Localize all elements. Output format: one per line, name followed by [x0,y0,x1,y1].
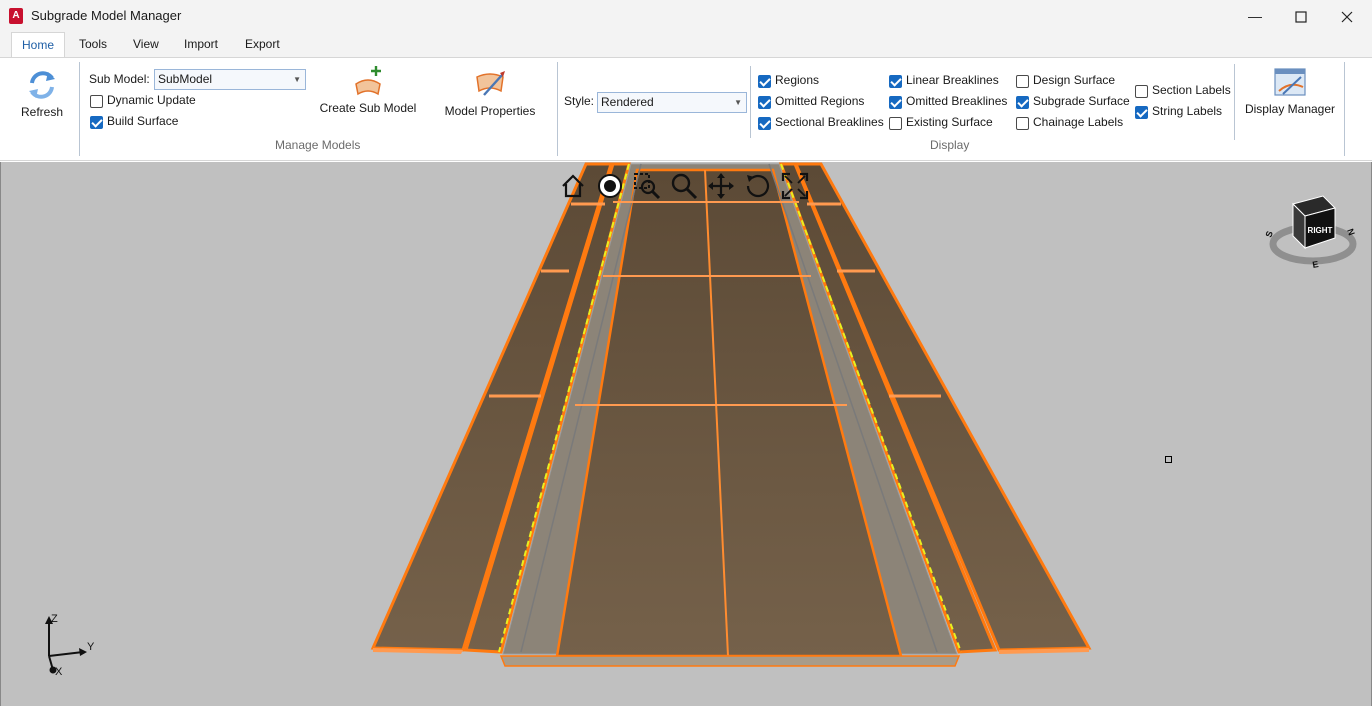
sectional-breaklines-label: Sectional Breaklines [775,115,884,129]
window-title: Subgrade Model Manager [31,8,182,23]
existing-surface-checkbox[interactable] [889,117,902,130]
omitted-regions-label: Omitted Regions [775,94,865,108]
viewcube-face-label: RIGHT [1308,226,1333,235]
chevron-down-icon: ▼ [293,75,301,84]
dynamic-update-checkbox[interactable] [90,95,103,108]
dynamic-update-label: Dynamic Update [107,93,196,107]
tab-export[interactable]: Export [235,32,290,58]
build-surface-label: Build Surface [107,114,179,128]
zoom-extents-icon[interactable] [781,172,809,200]
manage-models-group-label: Manage Models [275,138,361,152]
chainage-labels-label: Chainage Labels [1033,115,1124,129]
zoom-icon[interactable] [670,172,698,200]
sub-model-value: SubModel [158,72,213,86]
model-viewport[interactable]: RIGHT S N E Z Y X [0,162,1372,706]
separator [1344,62,1345,156]
sub-model-label: Sub Model: [89,72,150,86]
omitted-regions-checkbox[interactable] [758,96,771,109]
linear-breaklines-checkbox[interactable] [889,75,902,88]
ribbon-tab-bar: Home Tools View Import Export [0,32,1372,58]
display-group-label: Display [930,138,970,152]
build-surface-checkbox[interactable] [90,116,103,129]
rotate-icon[interactable] [744,172,772,200]
viewcube-icon[interactable]: RIGHT S N E [1263,192,1357,274]
maximize-icon[interactable] [1278,0,1324,32]
existing-surface-label: Existing Surface [906,115,993,129]
create-sub-model-icon [355,66,381,96]
ucs-y-label: Y [87,641,95,653]
tab-view[interactable]: View [123,32,169,58]
separator [750,66,751,138]
refresh-icon [29,71,55,99]
home-icon[interactable] [559,172,587,200]
refresh-label: Refresh [20,105,64,119]
ucs-x-label: X [55,666,63,678]
omitted-breaklines-checkbox[interactable] [889,96,902,109]
pan-icon[interactable] [707,172,735,200]
close-icon[interactable] [1324,0,1370,32]
compass-north: N [1345,227,1357,237]
separator [1234,64,1235,140]
regions-label: Regions [775,73,820,87]
sub-model-dropdown[interactable]: SubModel ▼ [154,69,306,90]
title-bar: A Subgrade Model Manager — [0,0,1372,32]
ucs-z-label: Z [51,613,58,625]
display-manager-button[interactable]: Display Manager [1242,67,1338,116]
chainage-labels-checkbox[interactable] [1016,117,1029,130]
display-manager-icon [1274,68,1306,96]
section-labels-checkbox[interactable] [1135,85,1148,98]
tab-tools[interactable]: Tools [69,32,117,58]
style-value: Rendered [601,95,654,109]
display-manager-label: Display Manager [1244,102,1336,116]
omitted-breaklines-label: Omitted Breaklines [906,94,1008,108]
zoom-window-icon[interactable] [633,172,661,200]
subgrade-surface-label: Subgrade Surface [1033,94,1130,108]
pickbox-cursor [1165,456,1172,463]
design-surface-checkbox[interactable] [1016,75,1029,88]
section-labels-label: Section Labels [1152,83,1231,97]
subgrade-model-render [370,162,1092,667]
compass-south: S [1263,230,1274,239]
chevron-down-icon: ▼ [734,98,742,107]
string-labels-label: String Labels [1152,104,1223,118]
model-properties-label: Model Properties [444,104,536,118]
separator [79,62,80,156]
minimize-icon[interactable]: — [1232,0,1278,32]
design-surface-label: Design Surface [1033,73,1116,87]
style-label: Style: [564,94,595,108]
model-properties-button[interactable]: Model Properties [440,67,540,118]
style-dropdown[interactable]: Rendered ▼ [597,92,747,113]
create-sub-model-label: Create Sub Model [319,101,417,115]
refresh-button[interactable]: Refresh [16,68,68,119]
orbit-icon[interactable] [596,172,624,200]
tab-import[interactable]: Import [174,32,228,58]
separator [557,62,558,156]
app-icon: A [9,8,23,24]
model-properties-icon [476,71,505,96]
ribbon-panel: Refresh Sub Model: SubModel ▼ Dynamic Up… [0,57,1372,161]
tab-home[interactable]: Home [11,32,66,58]
subgrade-surface-checkbox[interactable] [1016,96,1029,109]
string-labels-checkbox[interactable] [1135,106,1148,119]
regions-checkbox[interactable] [758,75,771,88]
ucs-axis-icon: Z Y X [45,613,95,678]
linear-breaklines-label: Linear Breaklines [906,73,999,87]
create-sub-model-button[interactable]: Create Sub Model [318,64,418,115]
sectional-breaklines-checkbox[interactable] [758,117,771,130]
